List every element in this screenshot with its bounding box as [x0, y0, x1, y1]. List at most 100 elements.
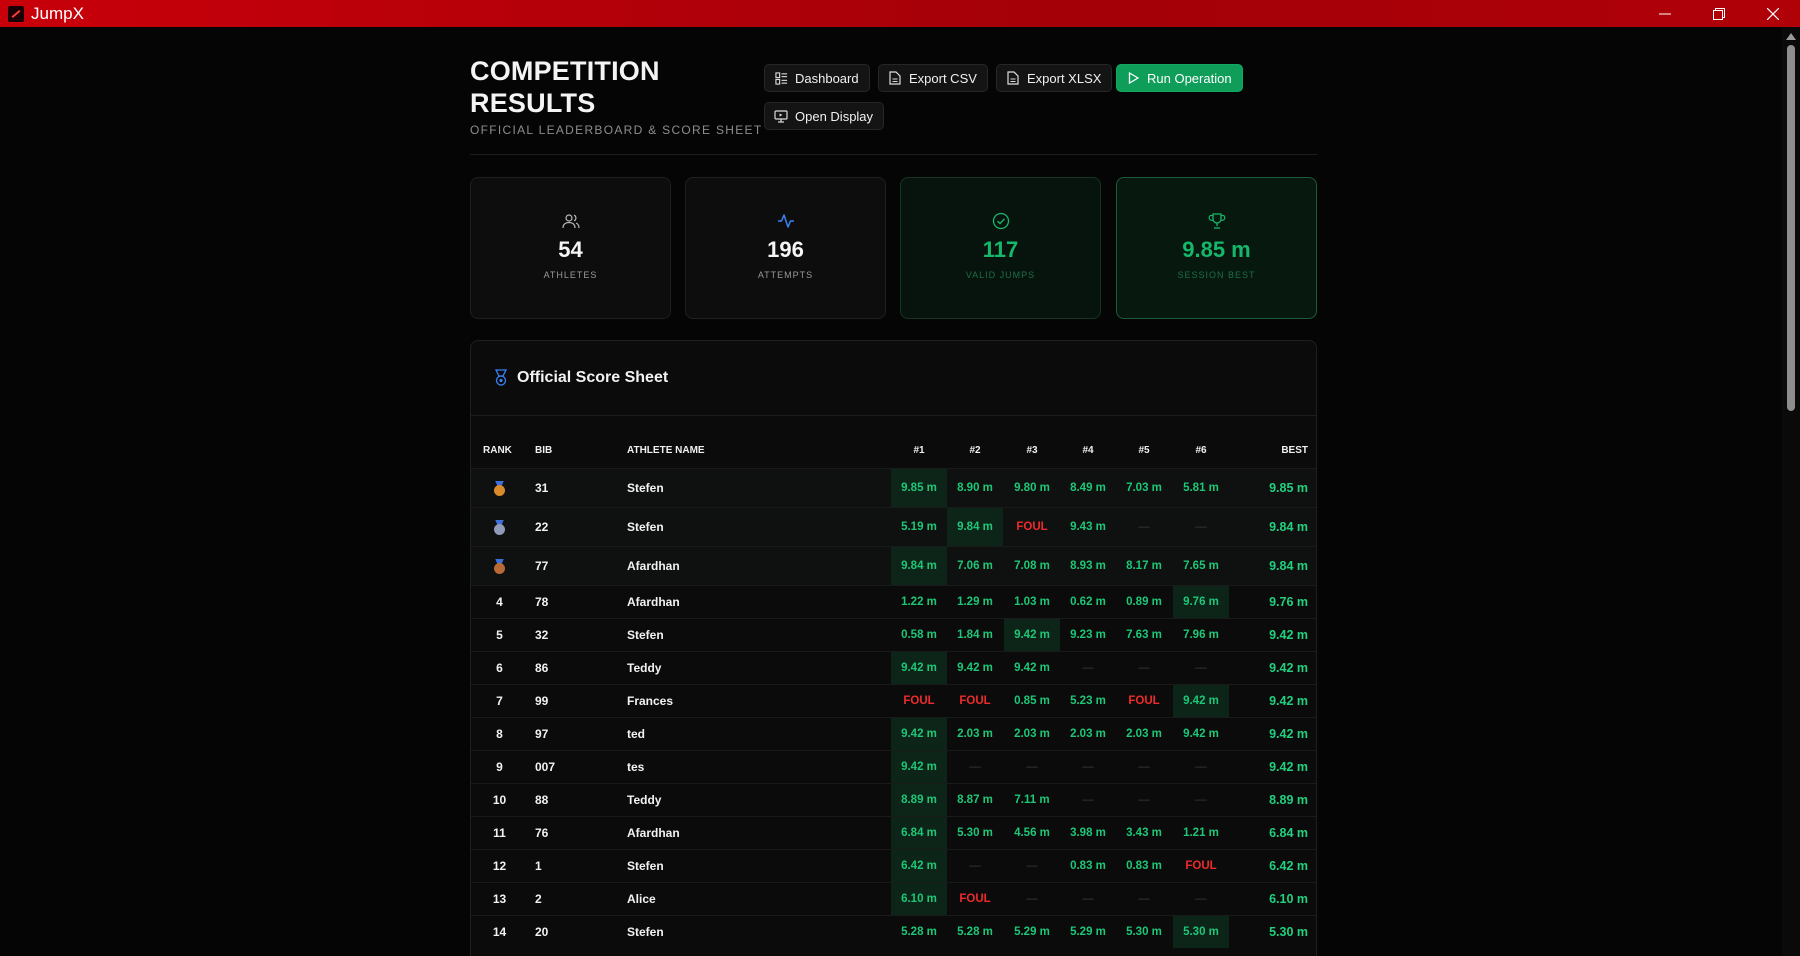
attempt-2-cell: FOUL — [959, 893, 991, 905]
column-header-best[interactable]: BEST — [1281, 445, 1308, 456]
run-operation-label: Run Operation — [1147, 70, 1232, 86]
rank-cell: 8 — [496, 727, 503, 741]
rank-cell: 6 — [496, 661, 503, 675]
minimize-icon — [1659, 13, 1671, 14]
attempt-6-cell: 5.81 m — [1183, 482, 1219, 494]
best-cell: 9.76 m — [1269, 595, 1308, 609]
attempt-5-cell: — — [1138, 662, 1150, 674]
bib-cell: 32 — [535, 628, 549, 642]
column-header-bib[interactable]: BIB — [535, 445, 552, 456]
rank-cell: 9 — [496, 760, 503, 774]
athlete-name-cell: ted — [627, 727, 645, 741]
run-operation-button[interactable]: Run Operation — [1116, 64, 1243, 92]
attempt-5-cell: 7.03 m — [1126, 482, 1162, 494]
attempt-1-cell: 0.58 m — [901, 629, 937, 641]
score-sheet-header: Official Score Sheet — [471, 341, 1316, 416]
attempt-3-cell: 9.42 m — [1004, 619, 1060, 651]
attempt-3-cell: 7.08 m — [1014, 560, 1050, 572]
column-header-attempt-2[interactable]: #2 — [947, 445, 1003, 456]
file-icon — [1006, 71, 1020, 85]
score-sheet-panel: Official Score Sheet RANK BIB ATHLETE NA… — [470, 340, 1317, 956]
table-row[interactable]: 6 86 Teddy 9.42 m 9.42 m 9.42 m — — — 9.42 m — [471, 651, 1316, 684]
app-logo-icon — [8, 5, 24, 22]
table-row[interactable]: 8 97 ted 9.42 m 2.03 m 2.03 m 2.03 m 2.03 m 9.42… — [471, 717, 1316, 750]
attempt-1-cell: FOUL — [903, 695, 935, 707]
best-cell: 9.42 m — [1269, 661, 1308, 675]
attempt-2-cell: — — [969, 761, 981, 773]
best-cell: 8.89 m — [1269, 793, 1308, 807]
close-button[interactable] — [1746, 0, 1800, 27]
attempt-4-cell: 0.62 m — [1070, 596, 1106, 608]
attempt-5-cell: — — [1138, 794, 1150, 806]
attempt-6-cell: 9.42 m — [1173, 685, 1229, 717]
attempt-1-cell: 6.42 m — [891, 850, 947, 882]
table-row[interactable]: 31 Stefen 9.85 m 8.90 m 9.80 m 8.49 m 7.03 m 5.… — [471, 468, 1316, 507]
table-row[interactable]: 11 76 Afardhan 6.84 m 5.30 m 4.56 m 3.98 m 3.43… — [471, 816, 1316, 849]
athlete-name-cell: Stefen — [627, 859, 664, 873]
best-cell: 9.85 m — [1269, 481, 1308, 495]
table-row[interactable]: 5 32 Stefen 0.58 m 1.84 m 9.42 m 9.23 m 7.63 m 7… — [471, 618, 1316, 651]
attempt-4-cell: — — [1082, 761, 1094, 773]
table-row[interactable]: 9 007 tes 9.42 m — — — — — 9.42 m — [471, 750, 1316, 783]
attempt-5-cell: 3.43 m — [1126, 827, 1162, 839]
stat-card-athletes: 54 ATHLETES — [470, 177, 671, 319]
scroll-thumb[interactable] — [1787, 45, 1795, 411]
rank-cell: 13 — [492, 892, 507, 906]
column-header-attempt-3[interactable]: #3 — [1004, 445, 1060, 456]
table-row[interactable]: 12 1 Stefen 6.42 m — — 0.83 m 0.83 m FOUL 6.42 m — [471, 849, 1316, 882]
athlete-name-cell: Stefen — [627, 481, 664, 495]
column-header-attempt-6[interactable]: #6 — [1173, 445, 1229, 456]
attempt-5-cell: 0.83 m — [1126, 860, 1162, 872]
attempt-3-cell: — — [1026, 761, 1038, 773]
attempt-4-cell: 0.83 m — [1070, 860, 1106, 872]
attempt-1-cell: 9.42 m — [891, 751, 947, 783]
rank-cell — [471, 469, 528, 507]
table-row[interactable]: 7 99 Frances FOUL FOUL 0.85 m 5.23 m FOUL 9.42 m… — [471, 684, 1316, 717]
close-icon — [1767, 7, 1779, 20]
attempt-4-cell: 2.03 m — [1070, 728, 1106, 740]
app-title: JumpX — [31, 3, 84, 23]
attempt-2-cell: FOUL — [959, 695, 991, 707]
attempt-1-cell: 9.42 m — [891, 718, 947, 750]
attempt-5-cell: 2.03 m — [1126, 728, 1162, 740]
best-cell: 6.42 m — [1269, 859, 1308, 873]
dashboard-button[interactable]: Dashboard — [764, 64, 870, 92]
attempt-5-cell: 7.63 m — [1126, 629, 1162, 641]
bib-cell: 86 — [535, 661, 549, 675]
table-row[interactable]: 4 78 Afardhan 1.22 m 1.29 m 1.03 m 0.62 m 0.89 … — [471, 585, 1316, 618]
open-display-button[interactable]: Open Display — [764, 102, 885, 130]
minimize-button[interactable] — [1638, 0, 1692, 27]
best-cell: 9.42 m — [1269, 727, 1308, 741]
best-cell: 9.42 m — [1269, 694, 1308, 708]
attempt-1-cell: 9.85 m — [891, 469, 947, 507]
column-header-attempt-4[interactable]: #4 — [1060, 445, 1116, 456]
stat-card-attempts: 196 ATTEMPTS — [685, 177, 886, 319]
bib-cell: 88 — [535, 793, 549, 807]
stat-card-valid-jumps: 117 VALID JUMPS — [900, 177, 1101, 319]
best-cell: 5.30 m — [1269, 925, 1308, 939]
export-csv-button[interactable]: Export CSV — [878, 64, 988, 92]
export-xlsx-button[interactable]: Export XLSX — [996, 64, 1113, 92]
column-header-attempt-1[interactable]: #1 — [891, 445, 947, 456]
attempt-3-cell: 9.80 m — [1014, 482, 1050, 494]
bib-cell: 2 — [535, 892, 542, 906]
column-header-athlete-name[interactable]: ATHLETE NAME — [627, 445, 705, 456]
table-row[interactable]: 13 2 Alice 6.10 m FOUL — — — — 6.10 m — [471, 882, 1316, 915]
column-header-rank[interactable]: RANK — [483, 445, 512, 456]
attempt-2-cell: 7.06 m — [957, 560, 993, 572]
athlete-name-cell: Stefen — [627, 520, 664, 534]
athlete-name-cell: Afardhan — [627, 826, 680, 840]
scroll-up-icon[interactable] — [1786, 33, 1796, 40]
bib-cell: 1 — [535, 859, 542, 873]
vertical-scrollbar[interactable] — [1782, 27, 1800, 956]
maximize-button[interactable] — [1692, 0, 1746, 27]
table-row[interactable]: 14 20 Stefen 5.28 m 5.28 m 5.29 m 5.29 m 5.30 m… — [471, 915, 1316, 948]
table-row[interactable]: 77 Afardhan 9.84 m 7.06 m 7.08 m 8.93 m 8.17 m… — [471, 546, 1316, 585]
attempt-2-cell: 9.84 m — [947, 508, 1003, 546]
attempt-6-cell: — — [1195, 893, 1207, 905]
table-row[interactable]: 22 Stefen 5.19 m 9.84 m FOUL 9.43 m — — 9.84 m — [471, 507, 1316, 546]
column-header-attempt-5[interactable]: #5 — [1116, 445, 1172, 456]
attempt-6-cell: 9.76 m — [1173, 586, 1229, 618]
stat-value: 196 — [767, 237, 804, 262]
table-row[interactable]: 10 88 Teddy 8.89 m 8.87 m 7.11 m — — — 8.89 m — [471, 783, 1316, 816]
